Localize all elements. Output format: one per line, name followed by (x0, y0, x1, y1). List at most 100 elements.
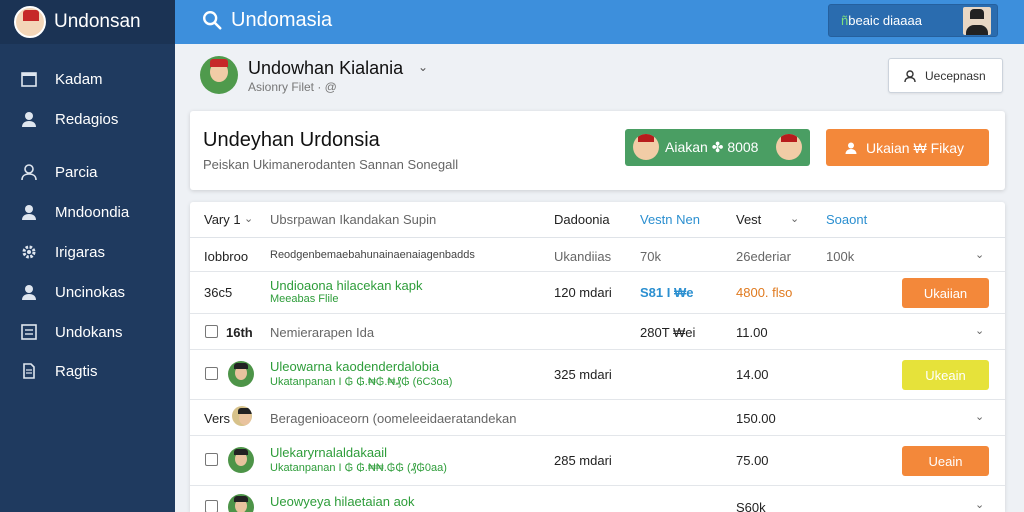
table-row[interactable]: Ulekaryrnalaldakaail Ukatanpanan I ₲ ₲.₦… (190, 436, 1005, 486)
sidebar-item-label: Mndoondia (55, 203, 130, 221)
topbar: Undomasia ñbeaic diaaaa (175, 0, 1024, 44)
row-label: Vers (204, 411, 231, 426)
row-value: Ukandiias (554, 249, 612, 264)
sidebar-item-irigaras[interactable]: Irigaras (0, 237, 175, 267)
row-value: 14.00 (736, 367, 769, 382)
row-title[interactable]: Undioaona hilacekan kapk (270, 278, 423, 293)
table-row[interactable]: 16th Nemierarapen Ida 280T ₩ei 11.00 ⌄ (190, 314, 1005, 350)
column-header[interactable]: Vary 1 (204, 212, 241, 227)
row-value: 285 mdari (554, 453, 612, 468)
row-action-button[interactable]: Ueain (902, 446, 989, 476)
chevron-down-icon[interactable]: ⌄ (975, 248, 984, 261)
chevron-down-icon[interactable]: ⌄ (975, 324, 984, 337)
row-label: 16th (226, 325, 253, 340)
row-title: Nemierarapen Ida (270, 325, 375, 340)
green-action-button[interactable]: Aiakan ✤ 8008 (625, 129, 810, 166)
user-icon (845, 142, 857, 154)
sidebar-item-undokans[interactable]: Undokans (0, 317, 175, 347)
column-header[interactable]: Vest (736, 212, 761, 227)
table-row[interactable]: Vers Beragenioaceorn (oomeleeidaeratande… (190, 400, 1005, 436)
list-icon (20, 323, 38, 341)
row-value: 11.00 (736, 325, 768, 340)
user-icon (20, 283, 38, 301)
avatar (228, 361, 254, 387)
page-title: Undowhan Kialania (248, 58, 404, 78)
column-header[interactable]: Soaont (826, 212, 867, 227)
avatar (633, 134, 659, 160)
row-value: 70k (640, 249, 661, 264)
summary-card: Undeyhan Urdonsia Peiskan Ukimanerodante… (190, 111, 1005, 190)
chevron-down-icon[interactable]: ⌄ (975, 410, 984, 423)
header-action-button[interactable]: Uecepnasn (888, 58, 1003, 93)
sidebar-brand[interactable]: Undonsan (0, 0, 175, 44)
sidebar-item-mndoondia[interactable]: Mndoondia (0, 197, 175, 227)
calendar-icon (20, 70, 38, 88)
column-header[interactable]: Ubsrpawan Ikandakan Supin (270, 212, 436, 227)
row-title[interactable]: Ueowyeya hilaetaian aok (270, 494, 415, 509)
document-icon (20, 362, 38, 380)
table-row[interactable]: Iobbroo Reodgenbemaebahunainaenaiagenbad… (190, 238, 1005, 272)
table-row[interactable]: Ueowyeya hilaetaian aok S60k ⌄ (190, 486, 1005, 512)
row-subtitle: Ukatanpanan I ₲ ₲.₦₲.₦₰₲ (6C3oa) (270, 376, 453, 388)
row-value: 100k (826, 249, 855, 264)
row-label: 36c5 (204, 285, 233, 300)
row-checkbox[interactable] (205, 325, 218, 338)
sidebar-item-redagios[interactable]: Redagios (0, 104, 175, 134)
avatar (228, 494, 254, 512)
user-avatar (963, 7, 991, 35)
row-subtitle: Meeabas Flile (270, 293, 339, 305)
column-header[interactable]: Dadoonia (554, 212, 610, 227)
row-checkbox[interactable] (205, 367, 218, 380)
row-title: Beragenioaceorn (oomeleeidaeratandekan (270, 411, 517, 426)
row-value: S81 I ₩e (640, 285, 694, 300)
row-title[interactable]: Ulekaryrnalaldakaail (270, 445, 387, 460)
sidebar-item-label: Uncinokas (55, 283, 126, 301)
user-icon (20, 110, 38, 128)
row-checkbox[interactable] (205, 453, 218, 466)
sidebar-item-label: Kadam (55, 70, 103, 88)
avatar (228, 447, 254, 473)
row-checkbox[interactable] (205, 500, 218, 512)
table-row[interactable]: Uleowarna kaodenderdalobia Ukatanpanan I… (190, 350, 1005, 400)
row-value: 75.00 (736, 453, 769, 468)
row-subtitle: Ukatanpanan I ₲ ₲.₦₦.₲₲ (₰₲0aa) (270, 462, 447, 474)
sidebar: Undonsan Kadam Redagios Parcia Mndoondia… (0, 0, 175, 512)
sidebar-item-label: Undokans (55, 323, 123, 341)
row-value: 120 mdari (554, 285, 612, 300)
column-header[interactable]: Vestn Nen (640, 212, 700, 227)
row-label: Iobbroo (204, 249, 249, 264)
row-description: Reodgenbemaebahunainaenaiagenbadds (270, 249, 475, 261)
card-title: Undeyhan Urdonsia (203, 129, 380, 151)
sidebar-item-parcia[interactable]: Parcia (0, 157, 175, 187)
user-icon (20, 203, 38, 221)
data-table: Vary 1 ⌄ Ubsrpawan Ikandakan Supin Dadoo… (190, 202, 1005, 512)
sidebar-item-uncinokas[interactable]: Uncinokas (0, 277, 175, 307)
user-label: ñbeaic diaaaa (841, 13, 922, 28)
row-title[interactable]: Uleowarna kaodenderdalobia (270, 359, 439, 374)
row-value: 280T ₩ei (640, 325, 696, 340)
sidebar-item-label: Ragtis (55, 362, 98, 380)
row-value: 325 mdari (554, 367, 612, 382)
row-action-button[interactable]: Ukaiian (902, 278, 989, 308)
profile-avatar (200, 56, 238, 94)
page-subtitle: Asionry Filet · @ (248, 80, 337, 94)
row-value: 26ederiar (736, 249, 791, 264)
chevron-down-icon[interactable]: ⌄ (244, 212, 253, 225)
person-icon (20, 163, 38, 181)
sidebar-item-ragtis[interactable]: Ragtis (0, 356, 175, 386)
row-action-button[interactable]: Ukeain (902, 360, 989, 390)
chevron-down-icon[interactable]: ⌄ (418, 60, 428, 74)
topbar-title: Undomasia (231, 9, 333, 31)
sidebar-item-label: Irigaras (55, 243, 106, 261)
user-icon (904, 69, 916, 82)
card-subtitle: Peiskan Ukimanerodanten Sannan Sonegall (203, 157, 459, 172)
chevron-down-icon[interactable]: ⌄ (790, 212, 799, 225)
search-icon[interactable] (201, 9, 225, 33)
chevron-down-icon[interactable]: ⌄ (975, 498, 984, 511)
row-value: 4800. flso (736, 285, 793, 300)
orange-action-button[interactable]: Ukaian ₩ Fikay (826, 129, 989, 166)
brand-name: Undonsan (54, 11, 141, 32)
sidebar-item-kadam[interactable]: Kadam (0, 64, 175, 94)
user-menu[interactable]: ñbeaic diaaaa (828, 4, 998, 37)
table-row[interactable]: 36c5 Undioaona hilacekan kapk Meeabas Fl… (190, 272, 1005, 314)
